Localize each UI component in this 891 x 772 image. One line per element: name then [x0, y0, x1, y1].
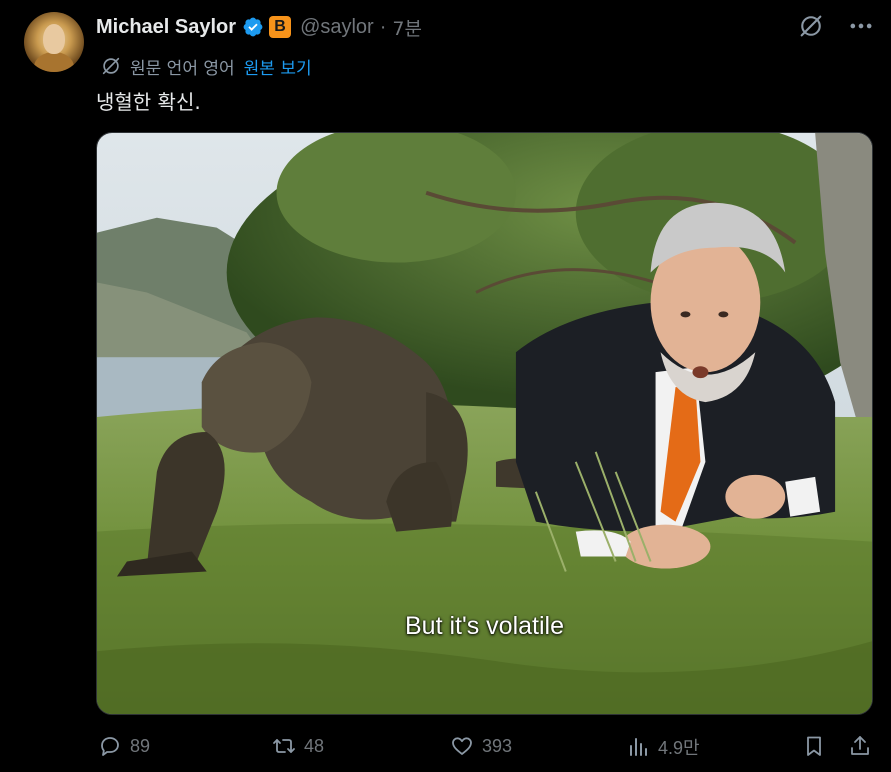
avatar[interactable] — [24, 12, 84, 72]
like-button[interactable]: 393 — [450, 734, 512, 758]
bookmark-icon — [807, 736, 821, 756]
views-icon — [630, 738, 647, 756]
separator-dot: · — [379, 15, 387, 38]
reply-count: 89 — [130, 735, 151, 756]
avatar-figure-face — [43, 24, 65, 54]
more-icon[interactable] — [847, 12, 875, 40]
share-icon — [851, 736, 869, 755]
translation-label: 원문 언어 영어 — [130, 58, 235, 79]
repost-button[interactable]: 48 — [272, 734, 324, 758]
like-count: 393 — [482, 735, 513, 756]
tweet-text: 냉혈한 확신. — [96, 90, 201, 114]
reply-icon — [101, 737, 119, 756]
repost-icon — [273, 739, 295, 753]
reply-button[interactable]: 89 — [98, 734, 150, 758]
translate-icon — [102, 57, 120, 75]
tweet-top-actions — [797, 12, 875, 40]
video-subtitle: But it's volatile — [404, 612, 564, 640]
user-handle[interactable]: @saylor — [300, 16, 374, 39]
tweet-media-video[interactable]: But it's volatile — [96, 132, 873, 715]
verified-badge-icon — [243, 17, 263, 37]
avatar-figure-body — [34, 52, 74, 72]
display-name[interactable]: Michael Saylor — [96, 16, 236, 39]
views-count: 4.9만 — [658, 738, 700, 758]
bitcoin-badge-icon: B — [269, 16, 292, 38]
views-button[interactable]: 4.9만 — [626, 734, 700, 760]
translation-notice: 원문 언어 영어 원본 보기 — [100, 54, 312, 79]
show-original-link[interactable]: 원본 보기 — [244, 54, 312, 79]
repost-count: 48 — [304, 735, 325, 756]
bookmark-button[interactable] — [802, 734, 826, 758]
like-icon — [452, 737, 472, 755]
timestamp[interactable]: 7분 — [392, 14, 422, 41]
tweet-action-bar: 89 48 393 4.9만 — [96, 734, 879, 764]
share-button[interactable] — [848, 734, 872, 758]
grok-icon[interactable] — [797, 12, 825, 40]
tweet-header: Michael Saylor B @saylor · 7분 — [96, 12, 422, 42]
